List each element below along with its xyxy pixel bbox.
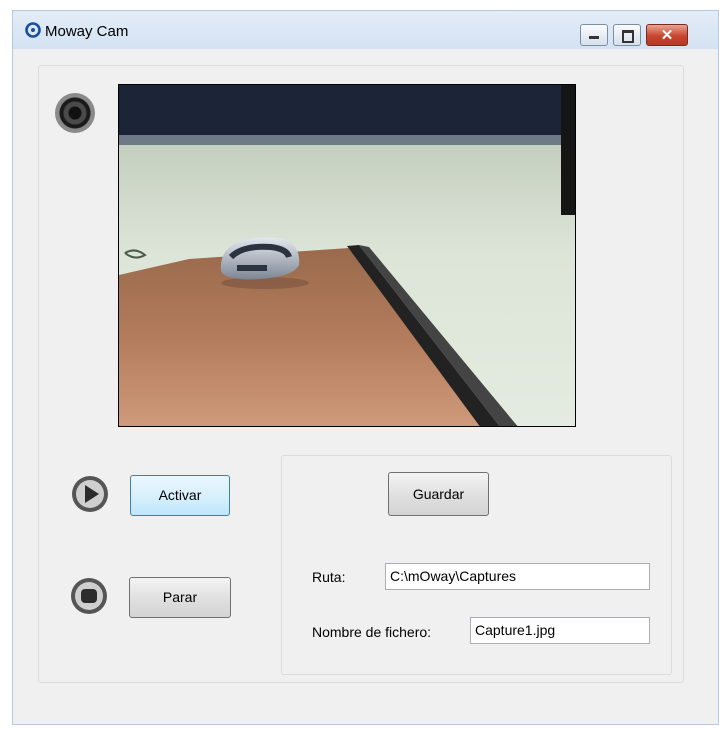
camera-preview <box>118 84 576 427</box>
window-title: Moway Cam <box>45 23 129 40</box>
camera-image <box>119 85 575 426</box>
webcam-icon <box>55 93 95 133</box>
close-icon: ✕ <box>660 27 674 44</box>
activar-button[interactable]: Activar <box>130 475 230 516</box>
stop-icon <box>71 578 107 614</box>
minimize-button[interactable] <box>580 24 608 46</box>
filename-label: Nombre de fichero: <box>312 624 432 640</box>
ruta-input[interactable]: C:\mOway\Captures <box>385 563 650 590</box>
play-icon <box>72 476 108 512</box>
close-button[interactable]: ✕ <box>646 24 688 46</box>
title-bar[interactable]: Moway Cam ✕ <box>13 11 718 49</box>
parar-button[interactable]: Parar <box>129 577 231 618</box>
ruta-label: Ruta: <box>312 569 346 585</box>
filename-input[interactable]: Capture1.jpg <box>470 617 650 644</box>
guardar-button[interactable]: Guardar <box>388 472 489 516</box>
moway-app-icon <box>25 22 41 38</box>
maximize-button[interactable] <box>613 24 641 46</box>
